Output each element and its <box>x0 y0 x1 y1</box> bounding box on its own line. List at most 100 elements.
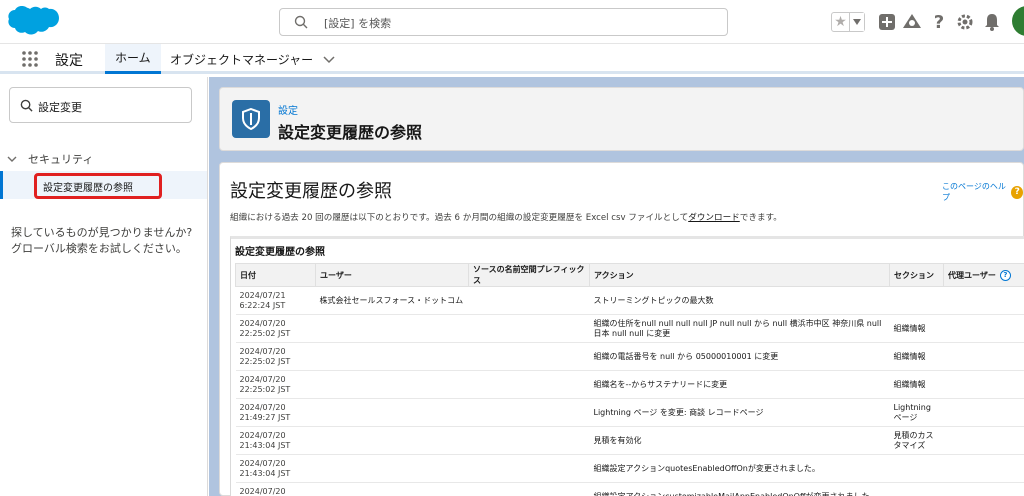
date-cell: 2024/07/21 6:22:24 JST <box>235 286 316 315</box>
action-cell: ストリーミングトピックの最大数 <box>589 286 890 315</box>
user-cell <box>315 370 469 399</box>
column-header-date: 日付 <box>235 263 316 287</box>
setup-sidebar: 設定変更 セキュリティ 設定変更履歴の参照 探しているものが見つかりませんか? … <box>0 77 208 496</box>
column-header-action: アクション <box>589 263 890 287</box>
action-cell: 組織名を--からサステナリードに変更 <box>589 370 890 399</box>
global-header: [設定] を検索 ★ ? <box>0 0 1024 44</box>
time-value: 6:22:24 JST <box>239 300 286 310</box>
date-cell: 2024/07/20 21:43:04 JST <box>235 454 316 483</box>
date-cell: 2024/07/20 21:43:04 JST <box>235 426 316 455</box>
no-results-hint: 探しているものが見つかりませんか? グローバル検索をお試しください。 <box>11 225 201 257</box>
description-suffix: できます。 <box>739 213 782 223</box>
global-actions-add-icon[interactable] <box>877 12 897 32</box>
date-value: 2024/07/20 <box>239 402 286 412</box>
user-cell <box>315 426 469 455</box>
date-value: 2024/07/21 <box>239 290 286 300</box>
favorites-dropdown-button[interactable] <box>850 13 864 31</box>
section-cell <box>889 286 944 315</box>
user-cell <box>315 454 469 483</box>
page-title: 設定変更履歴の参照 <box>278 123 423 142</box>
app-launcher-icon[interactable] <box>22 51 38 67</box>
tree-item-security-label: セキュリティ <box>28 153 94 166</box>
namespace-cell <box>468 482 590 496</box>
action-cell: 組織設定アクションcustomizableMailAppEnabledOnOff… <box>589 482 890 496</box>
help-for-this-page-link[interactable]: このページのヘルプ ? <box>942 181 1023 203</box>
date-value: 2024/07/20 <box>239 430 286 440</box>
date-value: 2024/07/20 <box>239 374 286 384</box>
user-cell: 株式会社セールスフォース・ドットコム <box>315 286 469 315</box>
navigation-bar: 設定 ホーム オブジェクトマネージャー <box>0 44 1024 74</box>
table-header-row: 日付 ユーザー ソースの名前空間プレフィックス アクション セクション 代理ユー… <box>235 263 1024 287</box>
user-avatar[interactable] <box>1012 6 1024 36</box>
favorites-button-group: ★ <box>831 12 865 32</box>
tab-object-manager[interactable]: オブジェクトマネージャー <box>160 44 347 74</box>
time-value: 21:49:27 JST <box>239 412 291 422</box>
date-cell: 2024/07/20 22:25:02 JST <box>235 314 316 343</box>
help-info-icon[interactable]: ? <box>999 269 1011 281</box>
setup-gear-icon[interactable] <box>955 12 975 32</box>
date-value: 2024/07/20 <box>239 486 286 496</box>
user-cell <box>315 398 469 427</box>
action-cell: Lightning ページ を変更: 商談 レコードページ <box>589 398 890 427</box>
search-placeholder: [設定] を検索 <box>324 17 392 30</box>
namespace-cell <box>468 398 590 427</box>
trailhead-icon[interactable] <box>902 12 922 32</box>
global-search-input[interactable]: [設定] を検索 <box>279 8 728 36</box>
search-icon <box>294 15 308 29</box>
section-cell: Lightning ページ <box>889 398 944 427</box>
tab-home[interactable]: ホーム <box>105 44 161 74</box>
namespace-cell <box>468 370 590 399</box>
table-row: 2024/07/20 22:25:02 JST 組織の電話番号を null から 0… <box>235 342 1024 371</box>
delegate-user-cell <box>943 454 1024 483</box>
help-question-icon: ? <box>1011 185 1023 199</box>
download-link[interactable]: ダウンロード <box>688 213 740 223</box>
table-row: 2024/07/20 22:25:02 JST 組織名を--からサステナリードに変更… <box>235 370 1024 399</box>
table-row: 2024/07/20 21:49:27 JST Lightning ページ を変更:… <box>235 398 1024 427</box>
favorite-star-icon[interactable]: ★ <box>832 13 850 31</box>
help-link-label: このページのヘルプ <box>942 182 1006 202</box>
delegate-user-cell <box>943 314 1024 343</box>
breadcrumb[interactable]: 設定 <box>278 102 298 117</box>
audit-trail-panel: 設定変更履歴の参照 日付 ユーザー ソースの名前空間プレフィックス アクション … <box>230 236 1024 496</box>
section-cell: 組織情報 <box>889 370 944 399</box>
content-card: 設定変更履歴の参照 このページのヘルプ ? 組織における過去 20 回の履歴は以… <box>219 162 1024 496</box>
table-row: 2024/07/21 6:22:24 JST 株式会社セールスフォース・ドットコムス… <box>235 286 1024 315</box>
tree-item-view-setup-audit-trail[interactable]: 設定変更履歴の参照 <box>0 171 207 199</box>
description-text: 組織における過去 20 回の履歴は以下のとおりです。過去 6 か月間の組織の設定… <box>230 211 782 223</box>
tree-item-security[interactable]: セキュリティ <box>6 151 93 167</box>
date-value: 2024/07/20 <box>239 346 286 356</box>
time-value: 22:25:02 JST <box>239 356 291 366</box>
description-prefix: 組織における過去 20 回の履歴は以下のとおりです。過去 6 か月間の組織の設定… <box>230 213 689 223</box>
notifications-bell-icon[interactable] <box>982 12 1002 32</box>
section-cell: 組織情報 <box>889 342 944 371</box>
column-header-user: ユーザー <box>315 263 469 287</box>
delegate-user-label: 代理ユーザー <box>948 270 996 280</box>
section-cell <box>889 482 944 496</box>
namespace-cell <box>468 342 590 371</box>
shield-icon <box>232 100 270 138</box>
user-cell <box>315 342 469 371</box>
help-icon[interactable]: ? <box>929 12 949 33</box>
delegate-user-cell <box>943 342 1024 371</box>
action-cell: 組織の住所をnull null null null JP null null か… <box>589 314 890 343</box>
table-row: 2024/07/20 22:25:02 JST 組織の住所をnull null nu… <box>235 314 1024 343</box>
action-cell: 見積を有効化 <box>589 426 890 455</box>
column-header-delegate-user: 代理ユーザー? <box>943 263 1024 287</box>
user-cell <box>315 314 469 343</box>
no-results-line1: 探しているものが見つかりませんか? <box>11 226 193 239</box>
time-value: 21:43:04 JST <box>239 468 291 478</box>
page-header: 設定 設定変更履歴の参照 <box>219 87 1024 151</box>
action-cell: 組織の電話番号を null から 05000010001 に変更 <box>589 342 890 371</box>
section-cell: 見積のカスタマイズ <box>889 426 944 455</box>
action-cell: 組織設定アクションquotesEnabledOffOnが変更されました。 <box>589 454 890 483</box>
quick-find-input[interactable]: 設定変更 <box>9 87 192 123</box>
salesforce-logo-icon[interactable] <box>8 4 62 40</box>
search-icon <box>20 99 33 112</box>
time-value: 22:25:02 JST <box>239 328 291 338</box>
user-cell <box>315 482 469 496</box>
column-header-namespace-prefix: ソースの名前空間プレフィックス <box>468 263 590 287</box>
chevron-down-icon[interactable] <box>321 51 337 67</box>
no-results-line2: グローバル検索をお試しください。 <box>11 242 187 255</box>
delegate-user-cell <box>943 482 1024 496</box>
date-cell: 2024/07/20 22:25:02 JST <box>235 370 316 399</box>
